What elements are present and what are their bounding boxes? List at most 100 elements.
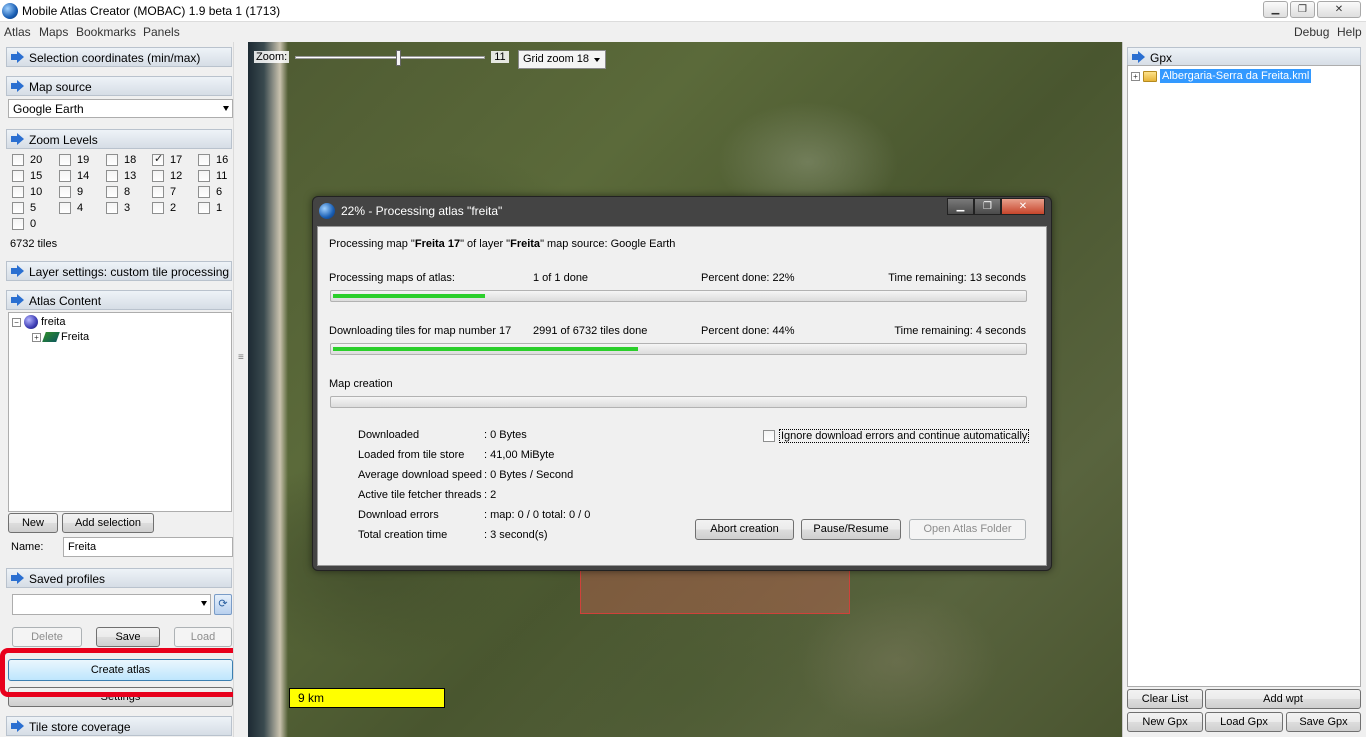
map-source-select[interactable]: Google Earth bbox=[8, 99, 233, 118]
ignore-errors-checkbox[interactable] bbox=[763, 430, 775, 442]
panel-splitter[interactable]: ≡ bbox=[233, 42, 248, 737]
menu-bookmarks[interactable]: Bookmarks bbox=[76, 25, 136, 39]
zoom-slider-thumb[interactable] bbox=[396, 49, 402, 66]
zoom-level-2[interactable]: 2 bbox=[152, 202, 176, 214]
tile-store-coverage-header[interactable]: Tile store coverage bbox=[6, 716, 232, 736]
zoom-level-3[interactable]: 3 bbox=[106, 202, 130, 214]
save-gpx-button[interactable]: Save Gpx bbox=[1286, 712, 1361, 732]
ignore-errors-label[interactable]: Ignore download errors and continue auto… bbox=[779, 429, 1030, 443]
expand-icon[interactable]: + bbox=[1131, 71, 1140, 81]
zoom-level-4[interactable]: 4 bbox=[59, 202, 83, 214]
ignore-errors-option[interactable]: Ignore download errors and continue auto… bbox=[763, 429, 1030, 443]
name-input[interactable]: Freita bbox=[63, 537, 233, 557]
tree-item-layer[interactable]: + Freita bbox=[32, 331, 89, 343]
tiles-remaining-text: Time remaining: 4 seconds bbox=[894, 325, 1026, 337]
zoom-level-checkbox[interactable] bbox=[59, 186, 71, 198]
refresh-icon[interactable]: ⟳ bbox=[214, 594, 232, 615]
menu-atlas[interactable]: Atlas bbox=[4, 25, 31, 39]
zoom-level-8[interactable]: 8 bbox=[106, 186, 130, 198]
zoom-level-18[interactable]: 18 bbox=[106, 154, 136, 166]
zoom-level-checkbox[interactable] bbox=[12, 186, 24, 198]
delete-button[interactable]: Delete bbox=[12, 627, 82, 647]
dialog-close-button[interactable]: ✕ bbox=[1001, 198, 1045, 215]
zoom-level-10[interactable]: 10 bbox=[12, 186, 42, 198]
gpx-header[interactable]: Gpx bbox=[1127, 47, 1361, 67]
zoom-level-checkbox[interactable] bbox=[106, 154, 118, 166]
tree-item-atlas[interactable]: − freita bbox=[12, 315, 65, 329]
load-gpx-button[interactable]: Load Gpx bbox=[1205, 712, 1283, 732]
add-wpt-button[interactable]: Add wpt bbox=[1205, 689, 1361, 709]
menu-panels[interactable]: Panels bbox=[143, 25, 180, 39]
zoom-level-label: 7 bbox=[170, 186, 177, 198]
zoom-level-label: 2 bbox=[170, 202, 177, 214]
zoom-level-checkbox[interactable] bbox=[152, 152, 164, 166]
menu-debug[interactable]: Debug bbox=[1294, 25, 1329, 39]
abort-creation-button[interactable]: Abort creation bbox=[695, 519, 794, 540]
saved-profiles-header[interactable]: Saved profiles bbox=[6, 568, 232, 588]
zoom-level-checkbox[interactable] bbox=[198, 170, 210, 182]
zoom-level-checkbox[interactable] bbox=[198, 154, 210, 166]
load-button[interactable]: Load bbox=[174, 627, 232, 647]
save-button[interactable]: Save bbox=[96, 627, 160, 647]
zoom-level-checkbox[interactable] bbox=[198, 202, 210, 214]
zoom-level-11[interactable]: 11 bbox=[198, 170, 227, 182]
zoom-level-checkbox[interactable] bbox=[59, 170, 71, 182]
zoom-level-checkbox[interactable] bbox=[152, 202, 164, 214]
gpx-file-item[interactable]: + Albergaria-Serra da Freita.kml bbox=[1131, 69, 1312, 83]
zoom-level-15[interactable]: 15 bbox=[12, 170, 42, 182]
zoom-level-checkbox[interactable] bbox=[106, 202, 118, 214]
zoom-level-14[interactable]: 14 bbox=[59, 170, 89, 182]
collapse-icon[interactable]: − bbox=[12, 317, 21, 327]
zoom-level-1[interactable]: 1 bbox=[198, 202, 222, 214]
menu-maps[interactable]: Maps bbox=[39, 25, 68, 39]
zoom-level-7[interactable]: 7 bbox=[152, 186, 176, 198]
zoom-level-checkbox[interactable] bbox=[12, 218, 24, 230]
grid-zoom-select[interactable]: Grid zoom 18 bbox=[518, 50, 606, 69]
zoom-level-checkbox[interactable] bbox=[12, 170, 24, 182]
zoom-level-checkbox[interactable] bbox=[59, 154, 71, 166]
clear-list-button[interactable]: Clear List bbox=[1127, 689, 1203, 709]
zoom-level-16[interactable]: 16 bbox=[198, 154, 228, 166]
zoom-level-12[interactable]: 12 bbox=[152, 170, 182, 182]
zoom-slider[interactable] bbox=[295, 49, 486, 66]
zoom-level-checkbox[interactable] bbox=[59, 202, 71, 214]
zoom-level-checkbox[interactable] bbox=[198, 186, 210, 198]
saved-profiles-select[interactable] bbox=[12, 594, 211, 615]
add-selection-button[interactable]: Add selection bbox=[62, 513, 154, 533]
zoom-level-checkbox[interactable] bbox=[152, 170, 164, 182]
zoom-level-label: 16 bbox=[216, 154, 229, 166]
minimize-button[interactable]: ▁ bbox=[1263, 1, 1288, 18]
zoom-level-0[interactable]: 0 bbox=[12, 218, 36, 230]
zoom-level-6[interactable]: 6 bbox=[198, 186, 222, 198]
zoom-level-9[interactable]: 9 bbox=[59, 186, 83, 198]
zoom-level-checkbox[interactable] bbox=[106, 170, 118, 182]
gpx-tree[interactable]: + Albergaria-Serra da Freita.kml bbox=[1127, 65, 1361, 687]
close-button[interactable]: ✕ bbox=[1317, 1, 1361, 18]
new-gpx-button[interactable]: New Gpx bbox=[1127, 712, 1203, 732]
zoom-level-19[interactable]: 19 bbox=[59, 154, 89, 166]
menu-help[interactable]: Help bbox=[1337, 25, 1362, 39]
zoom-level-checkbox[interactable] bbox=[106, 186, 118, 198]
atlas-content-header[interactable]: Atlas Content bbox=[6, 290, 232, 310]
dialog-maximize-button[interactable]: ❐ bbox=[974, 198, 1001, 215]
new-button[interactable]: New bbox=[8, 513, 58, 533]
layer-settings-header[interactable]: Layer settings: custom tile processing bbox=[6, 261, 232, 281]
zoom-level-20[interactable]: 20 bbox=[12, 154, 42, 166]
zoom-level-5[interactable]: 5 bbox=[12, 202, 36, 214]
map-source-header[interactable]: Map source bbox=[6, 76, 232, 96]
zoom-levels-header[interactable]: Zoom Levels bbox=[6, 129, 232, 149]
selection-rectangle[interactable] bbox=[580, 564, 850, 614]
zoom-level-checkbox[interactable] bbox=[12, 154, 24, 166]
selection-coordinates-header[interactable]: Selection coordinates (min/max) bbox=[6, 47, 232, 67]
pause-resume-button[interactable]: Pause/Resume bbox=[801, 519, 901, 540]
open-atlas-folder-button[interactable]: Open Atlas Folder bbox=[909, 519, 1026, 540]
zoom-level-13[interactable]: 13 bbox=[106, 170, 136, 182]
expand-icon[interactable]: + bbox=[32, 332, 41, 342]
atlas-content-tree[interactable]: − freita + Freita bbox=[8, 312, 232, 512]
name-label: Name: bbox=[11, 541, 44, 553]
zoom-level-checkbox[interactable] bbox=[152, 186, 164, 198]
zoom-level-17[interactable]: 17 bbox=[152, 152, 182, 166]
dialog-minimize-button[interactable]: ▁ bbox=[947, 198, 974, 215]
zoom-level-checkbox[interactable] bbox=[12, 202, 24, 214]
maximize-button[interactable]: ❐ bbox=[1290, 1, 1315, 18]
